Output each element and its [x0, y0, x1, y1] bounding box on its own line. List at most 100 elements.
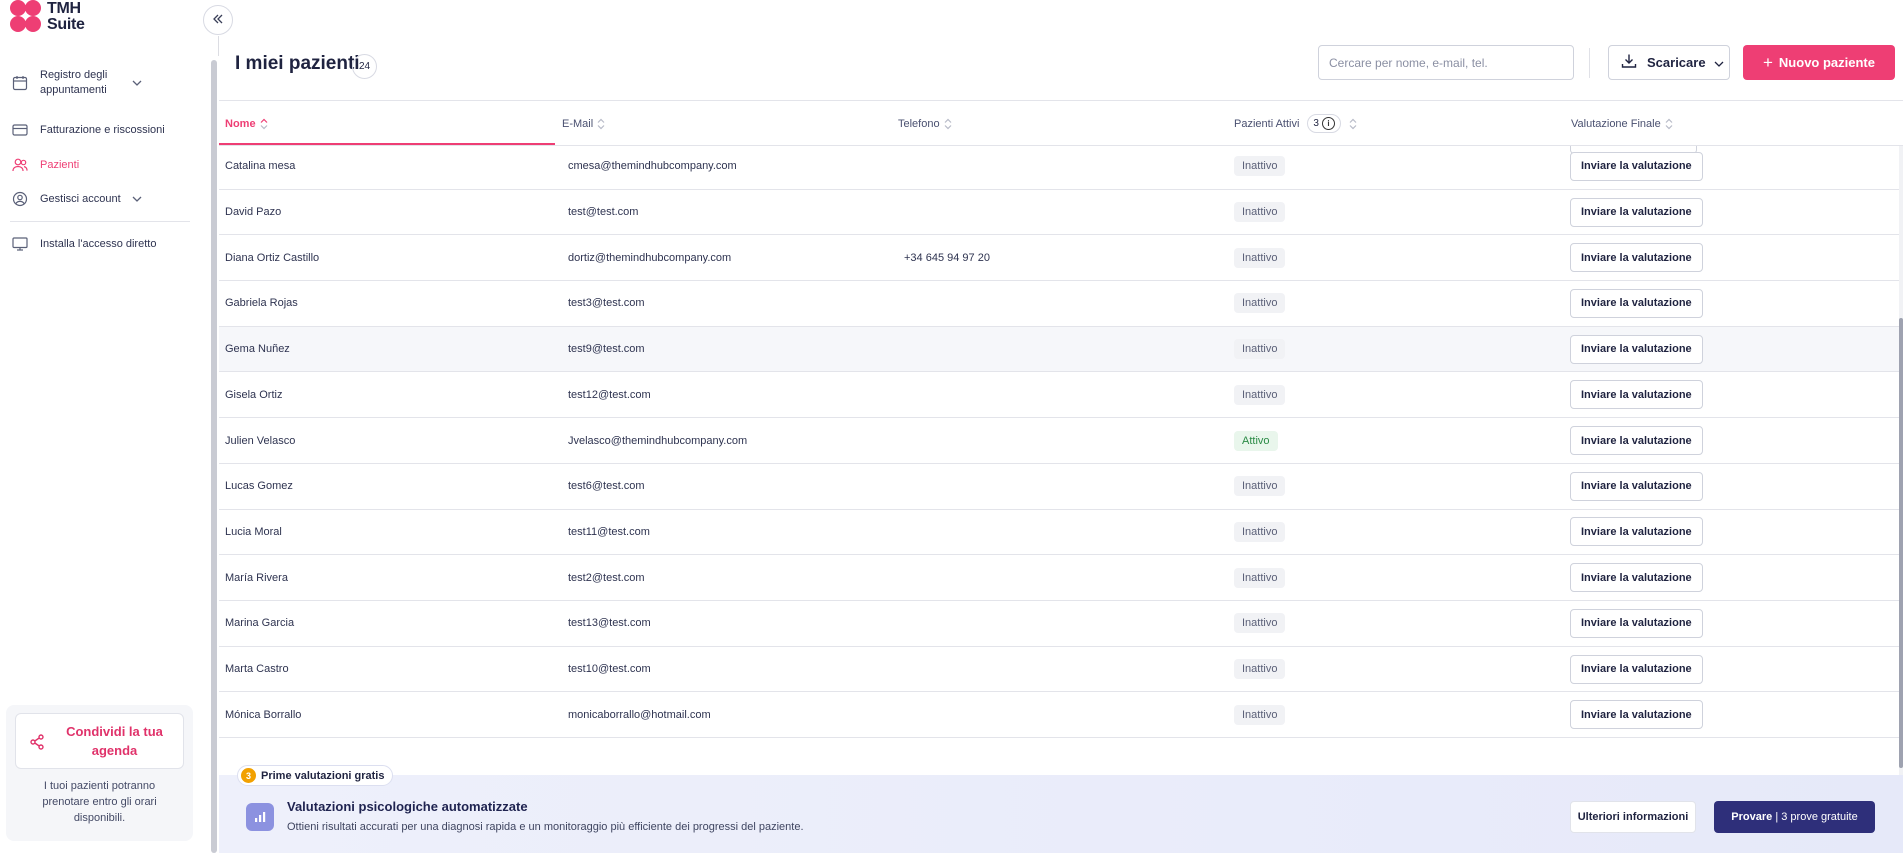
table-row[interactable]: Gabriela Rojas test3@test.com Inattivo Invi…: [219, 281, 1903, 327]
table-row[interactable]: Julien Velasco Jvelasco@themindhubcompany…: [219, 418, 1903, 464]
patient-email: test12@test.com: [568, 388, 651, 401]
bar-chart-icon: [246, 803, 274, 831]
patient-email: test9@test.com: [568, 343, 645, 356]
more-info-button[interactable]: Ulteriori informazioni: [1570, 801, 1696, 833]
sidebar-resize-bar[interactable]: [211, 60, 217, 853]
free-count-badge: 3: [241, 768, 256, 783]
users-icon: [12, 157, 28, 173]
try-evaluations-button[interactable]: Provare | 3 prove gratuite: [1714, 801, 1875, 833]
column-label: E-Mail: [562, 117, 594, 130]
sidebar-item-install[interactable]: Installa l'accesso diretto: [0, 232, 200, 256]
sidebar-item-label: Registro degli appuntamenti: [40, 69, 108, 96]
sort-icon: [1665, 118, 1673, 130]
patient-email: test6@test.com: [568, 480, 645, 493]
patient-name[interactable]: María Rivera: [225, 555, 288, 600]
send-evaluation-button[interactable]: Inviare la valutazione: [1570, 151, 1703, 181]
sort-icon: [260, 118, 268, 130]
free-evaluations-tag: 3 Prime valutazioni gratis: [237, 765, 394, 786]
table-row[interactable]: Catalina mesa cmesa@themindhubcompany.com…: [219, 146, 1903, 190]
send-evaluation-button[interactable]: Inviare la valutazione: [1570, 700, 1703, 730]
table-row[interactable]: Mónica Borrallo monicaborrallo@hotmail.co…: [219, 692, 1903, 739]
brand-name: TMH Suite: [47, 1, 85, 33]
chevron-down-icon[interactable]: [132, 77, 142, 89]
promo-title: Valutazioni psicologiche automatizzate: [287, 799, 528, 814]
patient-name[interactable]: Diana Ortiz Castillo: [225, 235, 319, 280]
download-label: Scaricare: [1647, 55, 1706, 70]
page-title: I miei pazienti: [235, 53, 360, 74]
send-evaluation-button[interactable]: Inviare la valutazione: [1570, 197, 1703, 227]
sidebar-item-account[interactable]: Gestisci account: [0, 187, 200, 211]
table-row[interactable]: Gisela Ortiz test12@test.com Inattivo Invia…: [219, 373, 1903, 419]
chevron-down-icon[interactable]: [132, 193, 142, 205]
sidebar-item-label: Gestisci account: [40, 193, 121, 205]
patient-name[interactable]: Gabriela Rojas: [225, 281, 298, 326]
evaluation-promo-banner: 3 Prime valutazioni gratis Valutazioni p…: [219, 765, 1903, 853]
send-evaluation-button[interactable]: Inviare la valutazione: [1570, 563, 1703, 593]
patient-name[interactable]: David Pazo: [225, 190, 281, 235]
column-header-active-patients[interactable]: Pazienti Attivi 3 i: [1234, 101, 1357, 146]
patient-name[interactable]: Julien Velasco: [225, 418, 295, 463]
patient-name[interactable]: Lucia Moral: [225, 510, 282, 555]
table-row[interactable]: Gema Nuñez test9@test.com Inattivo Inviare …: [219, 326, 1903, 373]
status-badge: Inattivo: [1234, 476, 1286, 497]
send-evaluation-button[interactable]: Inviare la valutazione: [1570, 426, 1703, 456]
status-badge: Inattivo: [1234, 293, 1286, 314]
table-row[interactable]: Lucia Moral test11@test.com Inattivo Inviar…: [219, 510, 1903, 556]
send-evaluation-button[interactable]: Inviare la valutazione: [1570, 334, 1703, 364]
patient-name[interactable]: Lucas Gomez: [225, 464, 293, 509]
patient-name[interactable]: Mónica Borrallo: [225, 692, 301, 737]
share-agenda-button[interactable]: Condividi la tua agenda: [15, 713, 184, 769]
column-header-phone[interactable]: Telefono: [898, 101, 952, 146]
patient-email: cmesa@themindhubcompany.com: [568, 160, 737, 173]
table-scrollbar-thumb[interactable]: [1899, 318, 1903, 768]
column-header-email[interactable]: E-Mail: [562, 101, 605, 146]
page-header: I miei pazienti 24 Scaricare + Nuovo paz…: [219, 0, 1903, 101]
status-badge: Inattivo: [1234, 339, 1286, 360]
sidebar-item-billing[interactable]: Fatturazione e riscossioni: [0, 118, 200, 142]
search-input[interactable]: [1318, 45, 1574, 80]
send-evaluation-button[interactable]: Inviare la valutazione: [1570, 608, 1703, 638]
plus-icon: +: [1762, 52, 1773, 72]
new-patient-label: Nuovo paziente: [1778, 55, 1875, 70]
brand-logo[interactable]: TMH Suite: [10, 0, 85, 34]
send-evaluation-button[interactable]: Inviare la valutazione: [1570, 380, 1703, 410]
patient-name[interactable]: Marina Garcia: [225, 601, 294, 646]
status-badge: Inattivo: [1234, 659, 1286, 680]
table-row[interactable]: María Rivera test2@test.com Inattivo Inviar…: [219, 555, 1903, 601]
sidebar-item-appointments[interactable]: Registro degli appuntamenti: [0, 64, 200, 102]
send-evaluation-button[interactable]: Inviare la valutazione: [1570, 654, 1703, 684]
status-badge: Inattivo: [1234, 156, 1286, 177]
column-label: Valutazione Finale: [1571, 117, 1661, 130]
patient-name[interactable]: Gisela Ortiz: [225, 373, 282, 418]
status-badge: Inattivo: [1234, 567, 1286, 588]
send-evaluation-button[interactable]: Inviare la valutazione: [1570, 288, 1703, 318]
patient-name[interactable]: Marta Castro: [225, 647, 289, 692]
sidebar-item-patients[interactable]: Pazienti: [0, 153, 200, 177]
sort-icon: [597, 118, 605, 130]
status-badge: Inattivo: [1234, 384, 1286, 405]
share-agenda-description: I tuoi pazienti potranno prenotare entro…: [42, 780, 157, 824]
patient-email: test@test.com: [568, 206, 639, 219]
new-patient-button[interactable]: + Nuovo paziente: [1743, 45, 1895, 80]
table-row[interactable]: Marina Garcia test13@test.com Inattivo Invi…: [219, 601, 1903, 647]
download-button[interactable]: Scaricare: [1608, 45, 1730, 80]
free-evaluations-label: Prime valutazioni gratis: [261, 769, 385, 782]
patient-name[interactable]: Gema Nuñez: [225, 327, 290, 372]
column-header-final-evaluation[interactable]: Valutazione Finale: [1571, 101, 1673, 146]
patient-name[interactable]: Catalina mesa: [225, 146, 295, 189]
info-icon[interactable]: i: [1321, 117, 1335, 130]
table-row[interactable]: Marta Castro test10@test.com Inattivo Invia…: [219, 647, 1903, 693]
active-sort-indicator: [219, 143, 555, 145]
send-evaluation-button[interactable]: Inviare la valutazione: [1570, 243, 1703, 273]
patient-phone: +34 645 94 97 20: [904, 251, 990, 264]
sidebar-divider: [10, 221, 190, 222]
send-evaluation-button[interactable]: Inviare la valutazione: [1570, 517, 1703, 547]
status-badge: Inattivo: [1234, 613, 1286, 634]
table-row[interactable]: David Pazo test@test.com Inattivo Inviare l…: [219, 190, 1903, 236]
monitor-icon: [12, 236, 28, 252]
column-header-name[interactable]: Nome: [225, 101, 268, 146]
table-row[interactable]: Lucas Gomez test6@test.com Inattivo Inviare…: [219, 464, 1903, 510]
share-agenda-label: Condividi la tua agenda: [66, 724, 163, 758]
table-row[interactable]: Diana Ortiz Castillo dortiz@themindhubcom…: [219, 235, 1903, 282]
send-evaluation-button[interactable]: Inviare la valutazione: [1570, 471, 1703, 501]
